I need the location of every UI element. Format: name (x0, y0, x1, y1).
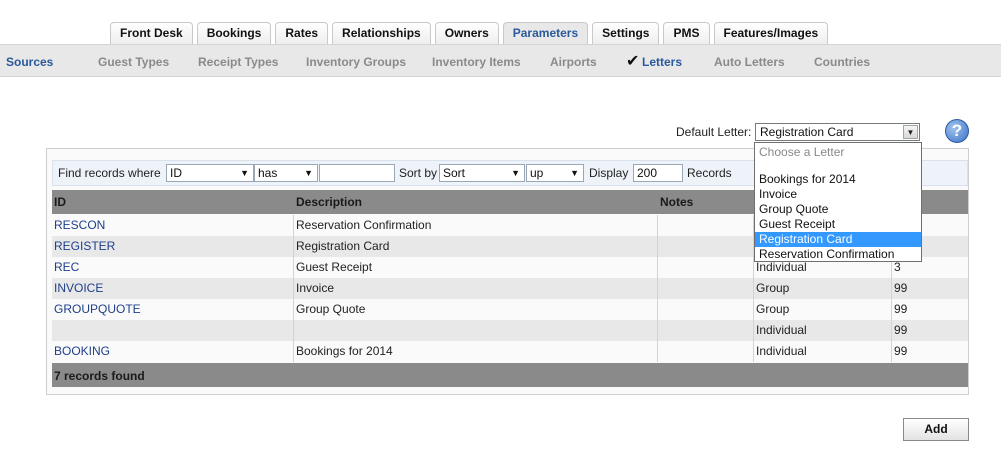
row-id-link[interactable]: INVOICE (52, 278, 294, 299)
subnav-letters-wrap[interactable]: ✔ Letters (626, 45, 702, 78)
sort-field-select[interactable]: Sort ▼ (439, 164, 525, 182)
row-last: 99 (894, 323, 908, 337)
chevron-down-icon[interactable]: ▼ (903, 125, 918, 139)
row-id-link[interactable]: REGISTER (52, 236, 294, 257)
filter-field-value: ID (170, 166, 182, 180)
table-row[interactable]: INVOICE Invoice Group 99 (52, 278, 968, 299)
subnav-airports[interactable]: Airports (550, 45, 597, 78)
tab-front-desk[interactable]: Front Desk (110, 22, 193, 44)
find-records-label: Find records where (58, 166, 161, 180)
table-row[interactable]: GROUPQUOTE Group Quote Group 99 (52, 299, 968, 320)
row-notes (658, 215, 754, 236)
row-description: Guest Receipt (294, 257, 658, 278)
tab-parameters[interactable]: Parameters (502, 22, 589, 44)
tab-bookings[interactable]: Bookings (196, 22, 272, 44)
sort-by-label: Sort by (399, 166, 438, 180)
subnav-inventory-groups[interactable]: Inventory Groups (306, 45, 406, 78)
row-notes (658, 299, 754, 320)
subnav-guest-types[interactable]: Guest Types (98, 45, 169, 78)
default-letter-dropdown: Choose a Letter Bookings for 2014 Invoic… (754, 142, 922, 262)
row-type: Individual (754, 320, 892, 341)
chevron-down-icon: ▼ (240, 168, 249, 178)
dropdown-option-placeholder[interactable]: Choose a Letter (755, 145, 921, 160)
row-description: Reservation Confirmation (294, 215, 658, 236)
row-notes (658, 278, 754, 299)
dropdown-option-group-quote[interactable]: Group Quote (755, 202, 921, 217)
chevron-down-icon: ▼ (304, 168, 313, 178)
column-header-notes[interactable]: Notes (660, 190, 693, 214)
dropdown-option-registration-card[interactable]: Registration Card (755, 232, 921, 247)
filter-operator-select[interactable]: has ▼ (254, 164, 318, 182)
chevron-down-icon: ▼ (511, 168, 520, 178)
table-row[interactable]: Individual 99 (52, 320, 968, 341)
display-label: Display (589, 166, 629, 180)
records-count: 7 records found (52, 363, 968, 387)
row-description: Group Quote (294, 299, 658, 320)
tab-features-images[interactable]: Features/Images (713, 22, 829, 44)
row-description: Bookings for 2014 (294, 341, 658, 362)
subnav-auto-letters[interactable]: Auto Letters (714, 45, 785, 78)
chevron-down-icon: ▼ (570, 168, 579, 178)
checkmark-icon: ✔ (626, 53, 640, 70)
sort-direction-value: up (530, 166, 544, 180)
tabs-row: Front Desk Bookings Rates Relationships … (110, 22, 832, 44)
records-label: Records (687, 166, 732, 180)
sub-navigation: Sources Guest Types Receipt Types Invent… (0, 44, 1001, 77)
top-tab-bar: Front Desk Bookings Rates Relationships … (0, 0, 1001, 44)
table-row[interactable]: BOOKING Bookings for 2014 Individual 99 (52, 341, 968, 362)
row-last: 99 (894, 344, 908, 358)
row-description: Registration Card (294, 236, 658, 257)
row-type: Individual (754, 341, 892, 362)
subnav-letters[interactable]: Letters (642, 55, 682, 69)
row-type: Group (754, 278, 892, 299)
subnav-receipt-types[interactable]: Receipt Types (198, 45, 278, 78)
dropdown-option-guest-receipt[interactable]: Guest Receipt (755, 217, 921, 232)
row-id-link[interactable]: REC (52, 257, 294, 278)
tab-relationships[interactable]: Relationships (332, 22, 431, 44)
row-description (294, 320, 658, 341)
display-count-input[interactable]: 200 (633, 164, 683, 182)
row-notes (658, 236, 754, 257)
row-type: Group (754, 299, 892, 320)
row-id-link[interactable] (52, 320, 294, 341)
sort-direction-select[interactable]: up ▼ (526, 164, 584, 182)
row-notes (658, 320, 754, 341)
dropdown-option-bookings[interactable]: Bookings for 2014 (755, 172, 921, 187)
filter-operator-value: has (258, 166, 278, 180)
sort-field-value: Sort (443, 166, 466, 180)
tab-pms[interactable]: PMS (663, 22, 710, 44)
row-id-link[interactable]: GROUPQUOTE (52, 299, 294, 320)
default-letter-select[interactable]: Registration Card ▼ (755, 123, 920, 141)
tab-rates[interactable]: Rates (275, 22, 329, 44)
dropdown-option-reservation-confirmation[interactable]: Reservation Confirmation (755, 247, 921, 262)
default-letter-value: Registration Card (760, 125, 854, 139)
row-description: Invoice (294, 278, 658, 299)
row-id-link[interactable]: BOOKING (52, 341, 294, 362)
filter-field-select[interactable]: ID ▼ (166, 164, 254, 182)
row-notes (658, 341, 754, 362)
row-notes (658, 257, 754, 278)
column-header-id[interactable]: ID (54, 190, 66, 214)
subnav-inventory-items[interactable]: Inventory Items (432, 45, 521, 78)
add-button[interactable]: Add (903, 418, 969, 441)
tab-owners[interactable]: Owners (434, 22, 499, 44)
column-header-description[interactable]: Description (296, 190, 362, 214)
tab-settings[interactable]: Settings (592, 22, 660, 44)
row-id-link[interactable]: RESCON (52, 215, 294, 236)
subnav-sources[interactable]: Sources (6, 45, 53, 78)
dropdown-option-invoice[interactable]: Invoice (755, 187, 921, 202)
row-last: 99 (894, 302, 908, 316)
row-last: 99 (894, 281, 908, 295)
help-icon[interactable]: ? (945, 119, 969, 143)
filter-value-input[interactable] (319, 164, 395, 182)
subnav-countries[interactable]: Countries (814, 45, 870, 78)
default-letter-label: Default Letter: (676, 125, 752, 139)
